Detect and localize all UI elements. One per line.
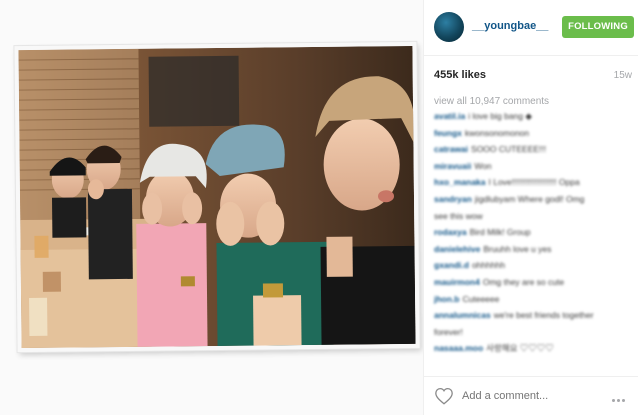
comment-text: Cuteeeee — [462, 293, 500, 304]
comment-username[interactable]: catrawai — [434, 144, 468, 154]
more-options-icon[interactable] — [612, 389, 630, 403]
comment-username[interactable]: nasaaa.moo — [434, 343, 483, 353]
comment-text: Won — [474, 160, 492, 171]
comment-item: sandryan jigdlubyam Where godl! Omg — [434, 193, 634, 205]
comment-text: i love big bang ◆ — [468, 111, 532, 121]
comment-text: see this wow — [434, 210, 483, 221]
likes-count[interactable]: 455k likes — [434, 69, 486, 81]
comment-text: jigdlubyam Where godl! Omg — [474, 193, 585, 204]
comment-item: miravuaii Won — [434, 160, 634, 172]
comment-text: Bird Milk! Group — [469, 227, 531, 238]
post-info-panel: __youngbae__ FOLLOWING 455k likes 15w vi… — [423, 0, 638, 415]
comment-list: avatil.ia i love big bang ◆ feungx kwonsono… — [434, 110, 634, 359]
group-selfie-image — [18, 45, 416, 349]
heart-icon[interactable] — [434, 387, 454, 405]
comment-item: annalumnicas we're best friends together — [434, 309, 634, 321]
comment-item: hxo_manaka I Love!!!!!!!!!!!!!!!!!!! Oppa — [434, 176, 634, 188]
comment-text: Bruuhh love u yes — [483, 243, 552, 254]
comment-username[interactable]: mauirmon4 — [434, 277, 480, 287]
comment-text: I Love!!!!!!!!!!!!!!!!!!! Oppa — [488, 177, 580, 188]
username-link[interactable]: __youngbae__ — [472, 20, 548, 32]
comment-username[interactable]: jhon.b — [434, 294, 460, 304]
comment-text: SOOO CUTEEEE!!! — [471, 144, 547, 155]
likes-row: 455k likes 15w — [434, 68, 632, 84]
comment-text: ohhhhhh — [471, 260, 506, 271]
comment-username[interactable]: rodaxya — [434, 227, 467, 237]
add-comment-input[interactable] — [462, 390, 592, 402]
photo-area — [4, 0, 423, 415]
comment-item: mauirmon4 Omg they are so cute — [434, 276, 634, 288]
comment-item: see this wow — [434, 210, 634, 222]
comment-text: 사랑해요 ♡♡♡♡ — [486, 343, 554, 354]
comment-bar — [424, 376, 638, 415]
following-button[interactable]: FOLLOWING — [562, 16, 634, 38]
post-photo[interactable] — [14, 41, 420, 353]
comment-username[interactable]: miravuaii — [434, 161, 471, 171]
comment-username[interactable]: sandryan — [434, 194, 472, 204]
comment-text: Omg they are so cute — [482, 276, 565, 287]
comment-item: danielehive Bruuhh love u yes — [434, 243, 634, 255]
comment-username[interactable]: feungx — [434, 128, 462, 138]
comment-username[interactable]: annalumnicas — [434, 310, 491, 320]
comment-text: kwonsonomonon — [464, 127, 530, 138]
comment-username[interactable]: hxo_manaka — [434, 177, 486, 187]
post-age[interactable]: 15w — [614, 70, 632, 81]
comment-item: gxandi.d ohhhhhh — [434, 259, 634, 271]
comment-text: we're best friends together — [493, 310, 594, 321]
instagram-post-view: __youngbae__ FOLLOWING 455k likes 15w vi… — [0, 0, 638, 415]
comment-username[interactable]: danielehive — [434, 244, 480, 254]
comment-item: rodaxya Bird Milk! Group — [434, 226, 634, 238]
comment-item: avatil.ia i love big bang ◆ — [434, 110, 634, 122]
comment-username[interactable]: gxandi.d — [434, 260, 469, 270]
comment-item: nasaaa.moo 사랑해요 ♡♡♡♡ — [434, 342, 634, 354]
comment-item: catrawai SOOO CUTEEEE!!! — [434, 143, 634, 155]
comment-username[interactable]: avatil.ia — [434, 111, 465, 121]
avatar[interactable] — [434, 12, 464, 42]
comment-item: jhon.b Cuteeeee — [434, 293, 634, 305]
post-header: __youngbae__ FOLLOWING — [424, 0, 638, 56]
comment-item: feungx kwonsonomonon — [434, 127, 634, 139]
comment-item: forever! — [434, 326, 634, 338]
view-all-comments-link[interactable]: view all 10,947 comments — [434, 96, 549, 107]
comment-text: forever! — [434, 326, 463, 337]
